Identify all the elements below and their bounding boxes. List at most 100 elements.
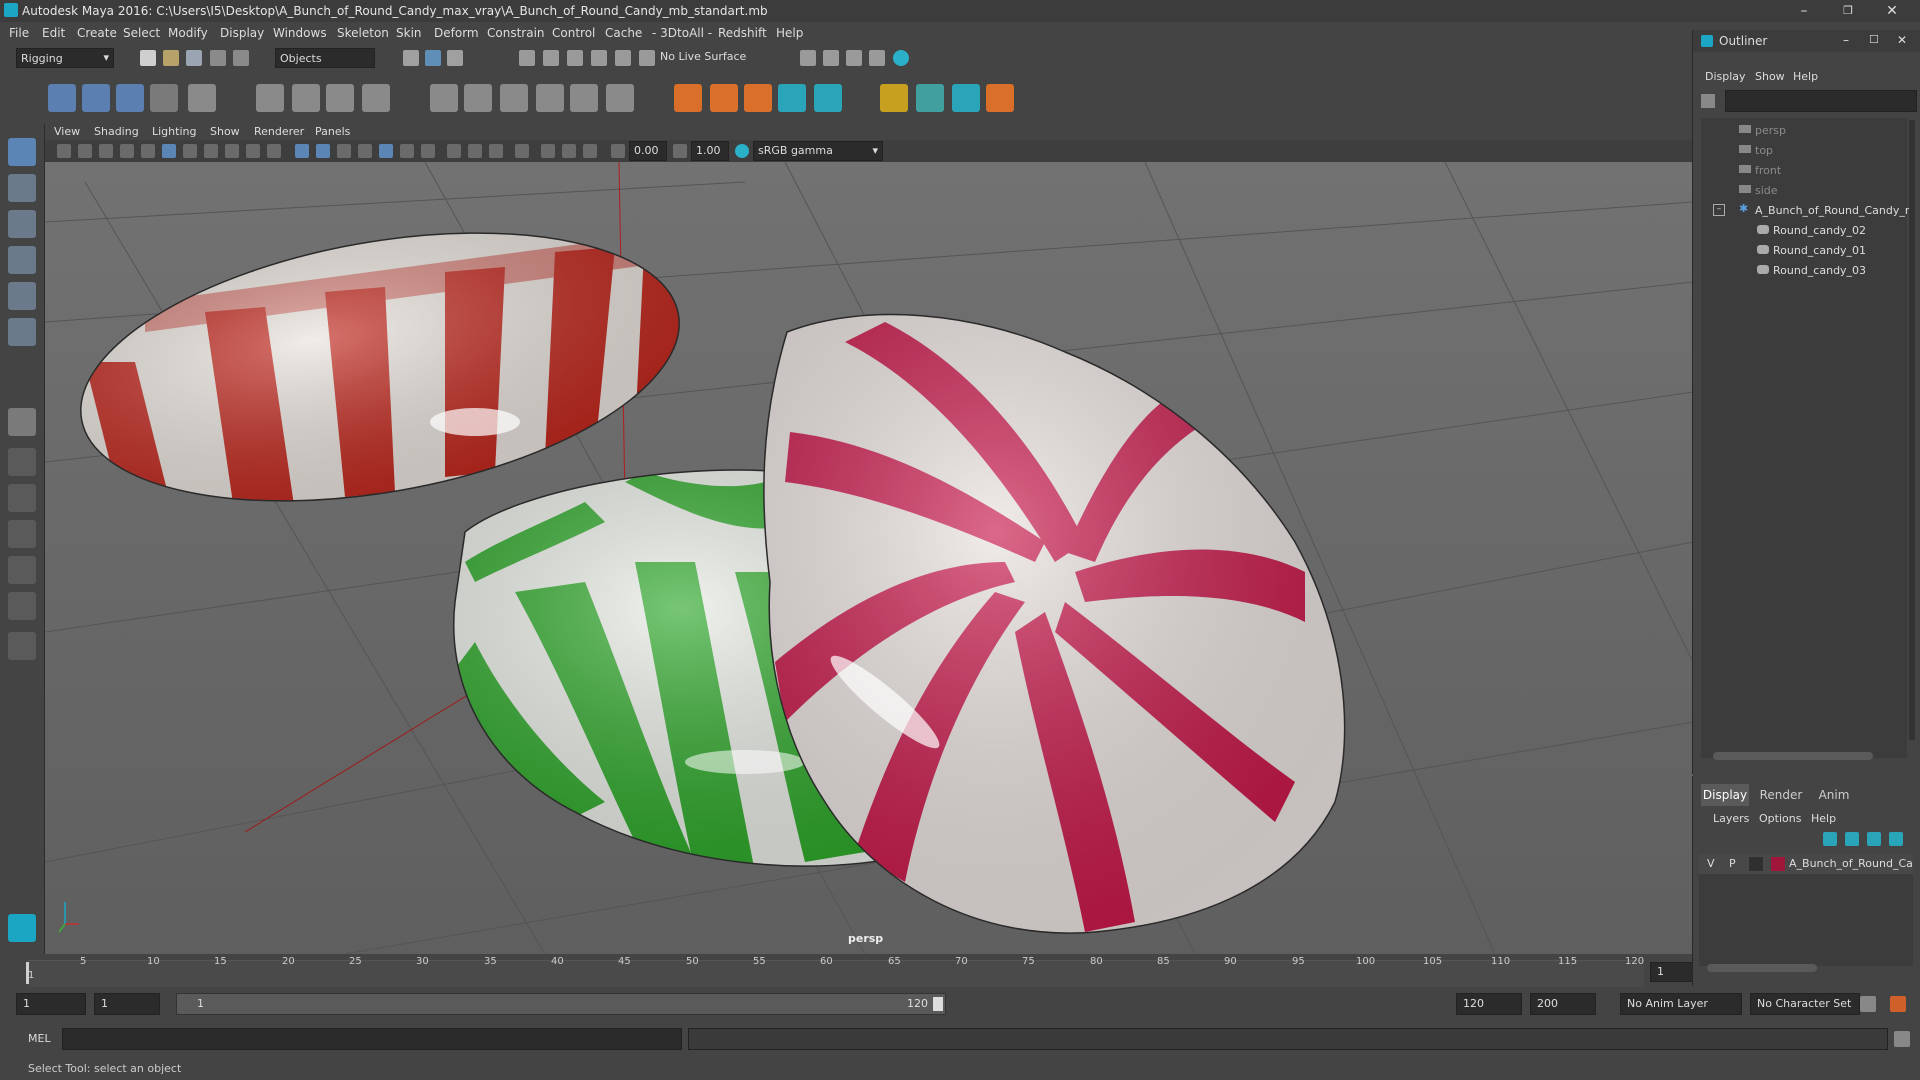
outliner-search-input[interactable] — [1725, 90, 1917, 112]
live-surface-label[interactable]: No Live Surface — [660, 50, 746, 63]
blend-shape-icon[interactable] — [362, 84, 390, 112]
preferences-icon[interactable] — [1890, 996, 1906, 1012]
snap-point-icon[interactable] — [567, 50, 583, 66]
anim-layer-dropdown[interactable]: No Anim Layer — [1620, 993, 1742, 1015]
point-constraint-icon[interactable] — [464, 84, 492, 112]
render-view-icon[interactable] — [800, 50, 816, 66]
select-object-icon[interactable] — [425, 50, 441, 66]
open-scene-icon[interactable] — [163, 50, 179, 66]
menu-3dtoall[interactable]: - 3DtoAll - — [652, 26, 712, 40]
menu-set-dropdown[interactable]: Rigging ▾ — [16, 48, 114, 68]
outliner-item-group[interactable]: – ✱ A_Bunch_of_Round_Candy_n — [1701, 202, 1912, 222]
layers-menu-help[interactable]: Help — [1811, 812, 1836, 825]
menu-modify[interactable]: Modify — [168, 26, 208, 40]
panel-menu-view[interactable]: View — [54, 125, 80, 138]
save-scene-icon[interactable] — [186, 50, 202, 66]
command-input[interactable] — [62, 1028, 682, 1050]
select-tool-icon[interactable] — [8, 138, 36, 166]
bind-skin-icon[interactable] — [150, 84, 178, 112]
cluster-icon[interactable] — [292, 84, 320, 112]
time-slider[interactable]: 1 5 10 15 20 25 30 35 40 45 50 55 60 65 … — [0, 954, 1897, 988]
outliner-item-top[interactable]: top — [1701, 142, 1911, 162]
collapse-icon[interactable]: – — [1713, 204, 1725, 216]
skeleton-icon[interactable] — [188, 84, 216, 112]
menu-select[interactable]: Select — [123, 26, 160, 40]
layer-horizontal-scrollbar[interactable] — [1707, 964, 1817, 972]
camera-attributes-icon[interactable] — [78, 144, 92, 158]
snap-view-icon[interactable] — [591, 50, 607, 66]
menu-edit[interactable]: Edit — [42, 26, 65, 40]
single-view-icon[interactable] — [8, 408, 36, 436]
panel-menu-lighting[interactable]: Lighting — [152, 125, 196, 138]
outliner-menu-display[interactable]: Display — [1705, 70, 1746, 83]
field-chart-icon[interactable] — [246, 144, 260, 158]
smooth-shade-icon[interactable] — [316, 144, 330, 158]
layer-color-swatch[interactable] — [1771, 857, 1785, 871]
ik-handle-icon[interactable] — [82, 84, 110, 112]
check-icon[interactable] — [986, 84, 1014, 112]
viewport-persp[interactable]: persp — [45, 162, 1693, 954]
xray-components-icon[interactable] — [583, 144, 597, 158]
outliner-minimize-button[interactable]: – — [1843, 33, 1849, 47]
menu-control[interactable]: Control — [552, 26, 595, 40]
motion-blur-icon[interactable] — [447, 144, 461, 158]
view-transform-dropdown[interactable]: sRGB gamma ▾ — [753, 141, 883, 161]
outliner-item-side[interactable]: side — [1701, 182, 1911, 202]
2d-pan-icon[interactable] — [141, 144, 155, 158]
grid-icon[interactable] — [162, 144, 176, 158]
script-editor-icon[interactable] — [1894, 1031, 1910, 1047]
snap-surface-icon[interactable] — [615, 50, 631, 66]
hik-icon[interactable] — [744, 84, 772, 112]
depth-of-field-icon[interactable] — [489, 144, 503, 158]
textured-icon[interactable] — [358, 144, 372, 158]
persp-graph-icon[interactable] — [8, 556, 36, 584]
isolate-select-icon[interactable] — [515, 144, 529, 158]
animation-end-field[interactable]: 200 — [1530, 993, 1596, 1015]
tab-render[interactable]: Render — [1755, 784, 1807, 806]
panel-menu-shading[interactable]: Shading — [94, 125, 139, 138]
move-layer-down-icon[interactable] — [1845, 832, 1859, 846]
new-layer-selected-icon[interactable] — [1889, 832, 1903, 846]
scale-constraint-icon[interactable] — [536, 84, 564, 112]
snap-curve-icon[interactable] — [543, 50, 559, 66]
minimize-button[interactable]: – — [1782, 0, 1826, 22]
new-layer-icon[interactable] — [1867, 832, 1881, 846]
move-tool-icon[interactable] — [8, 246, 36, 274]
component-editor-icon[interactable] — [916, 84, 944, 112]
menu-create[interactable]: Create — [77, 26, 117, 40]
paint-select-icon[interactable] — [8, 210, 36, 238]
move-layer-up-icon[interactable] — [1823, 832, 1837, 846]
resolution-gate-icon[interactable] — [204, 144, 218, 158]
outliner-tree[interactable]: persp top front side – ✱ A_Bunch_of_Round_… — [1701, 118, 1912, 758]
menu-help[interactable]: Help — [776, 26, 803, 40]
layer-type-toggle[interactable] — [1749, 857, 1763, 871]
panel-menu-renderer[interactable]: Renderer — [254, 125, 304, 138]
bookmark-icon[interactable] — [99, 144, 113, 158]
playback-start-field[interactable]: 1 — [94, 993, 160, 1015]
menu-display[interactable]: Display — [220, 26, 264, 40]
menu-windows[interactable]: Windows — [273, 26, 327, 40]
xray-joints-icon[interactable] — [562, 144, 576, 158]
close-button[interactable]: ✕ — [1870, 0, 1914, 22]
wireframe-on-shaded-icon[interactable] — [337, 144, 351, 158]
menu-file[interactable]: File — [9, 26, 29, 40]
safe-action-icon[interactable] — [267, 144, 281, 158]
outliner-maximize-button[interactable]: ☐ — [1869, 33, 1879, 46]
panel-menu-panels[interactable]: Panels — [315, 125, 350, 138]
ik-spline-icon[interactable] — [116, 84, 144, 112]
selection-mode-dropdown[interactable]: Objects — [275, 48, 375, 68]
select-component-icon[interactable] — [447, 50, 463, 66]
camera-select-icon[interactable] — [57, 144, 71, 158]
menu-cache[interactable]: Cache — [605, 26, 642, 40]
maya-tool-icon[interactable] — [778, 84, 806, 112]
new-scene-icon[interactable] — [140, 50, 156, 66]
layer-row[interactable]: V P A_Bunch_of_Round_Ca — [1699, 854, 1913, 874]
menu-deform[interactable]: Deform — [434, 26, 479, 40]
rotate-tool-icon[interactable] — [8, 282, 36, 310]
lattice-icon[interactable] — [256, 84, 284, 112]
menu-redshift[interactable]: Redshift — [718, 26, 767, 40]
redo-icon[interactable] — [233, 50, 249, 66]
image-plane-icon[interactable] — [120, 144, 134, 158]
lasso-tool-icon[interactable] — [8, 174, 36, 202]
exposure-field[interactable]: 0.00 — [629, 141, 667, 161]
